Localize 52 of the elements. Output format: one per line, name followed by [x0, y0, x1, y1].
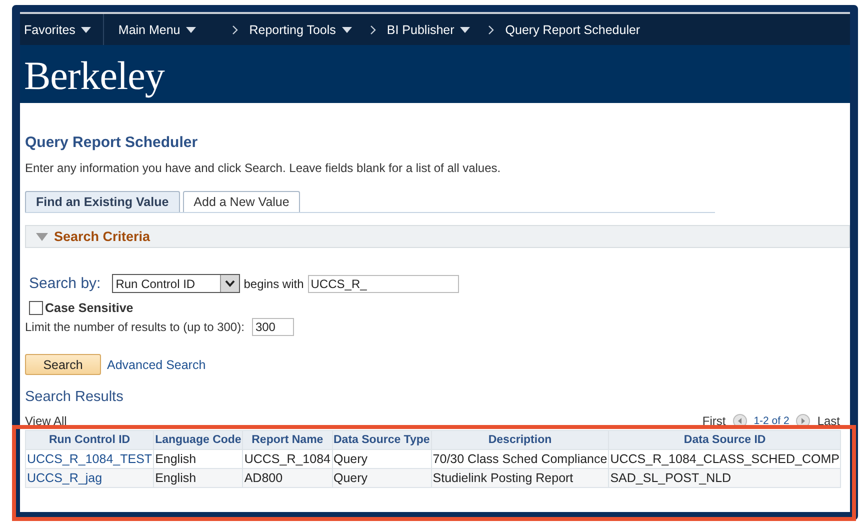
column-header: Data Source ID — [608, 430, 841, 450]
search-by-label: Search by: — [29, 275, 101, 292]
table-cell: SAD_SL_POST_NLD — [608, 468, 841, 488]
nav-link[interactable]: Reporting Tools — [245, 22, 364, 36]
table-cell: UCCS_R_1084 — [242, 450, 332, 468]
tab[interactable]: Add a New Value — [182, 191, 300, 213]
section-title: Search Results — [25, 389, 124, 405]
run-control-link[interactable]: UCCS_R_1084_TEST — [26, 450, 154, 468]
checkbox[interactable] — [29, 301, 43, 315]
search-button[interactable]: Search — [25, 354, 101, 375]
limit-label: Limit the number of results to (up to 300): — [25, 320, 244, 334]
tab[interactable]: Find an Existing Value — [25, 191, 180, 213]
first-link[interactable]: First — [702, 414, 726, 428]
chevron-icon — [488, 24, 496, 34]
table-cell: English — [154, 450, 243, 468]
operator-label: begins with — [244, 276, 304, 290]
section-title: Search Criteria — [54, 229, 150, 244]
column-header: Report Name — [242, 430, 332, 450]
run-control-link[interactable]: UCCS_R_jag — [26, 468, 154, 488]
dropdown-icon — [342, 26, 352, 32]
dropdown-icon — [186, 26, 196, 32]
table-cell: AD800 — [242, 468, 332, 488]
view-all-link[interactable]: View All — [25, 414, 67, 428]
dropdown-icon — [81, 26, 92, 32]
column-header: Data Source Type — [332, 430, 432, 450]
nav-link[interactable]: BI Publisher — [382, 22, 482, 36]
search-value-field[interactable]: UCCS_R_ — [308, 274, 459, 292]
checkbox-label: Case Sensitive — [45, 301, 134, 315]
limit-field[interactable]: 300 — [252, 318, 294, 336]
page-title: Query Report Scheduler — [25, 134, 199, 151]
logo: Berkeley — [23, 52, 164, 98]
column-header: Run Control ID — [26, 430, 154, 450]
page-range: 1-2 of 2 — [754, 414, 790, 426]
advanced-search-link[interactable]: Advanced Search — [107, 358, 206, 372]
nav-link[interactable]: Query Report Scheduler — [501, 22, 652, 36]
column-header: Description — [431, 430, 609, 450]
table-cell: Query — [332, 468, 432, 488]
last-link[interactable]: Last — [817, 414, 840, 428]
collapse-icon[interactable] — [36, 232, 48, 240]
search-by-dropdown[interactable]: Run Control ID — [112, 274, 240, 293]
chevron-icon — [370, 24, 377, 34]
table-cell: Query — [332, 450, 432, 468]
table-cell: UCCS_R_1084_CLASS_SCHED_COMP — [608, 450, 841, 468]
instructions: Enter any information you have and click Search. Leave fields blank for a list of all values. — [25, 161, 502, 175]
dropdown-icon — [224, 280, 235, 287]
table-cell: English — [154, 468, 243, 488]
column-header: Language Code — [154, 430, 243, 450]
table-cell: Studielink Posting Report — [431, 468, 609, 488]
nav-link[interactable]: Main Menu — [114, 22, 208, 36]
dropdown-icon — [460, 26, 470, 32]
chevron-icon — [232, 24, 240, 34]
table-cell: 70/30 Class Sched Compliance — [431, 450, 609, 468]
